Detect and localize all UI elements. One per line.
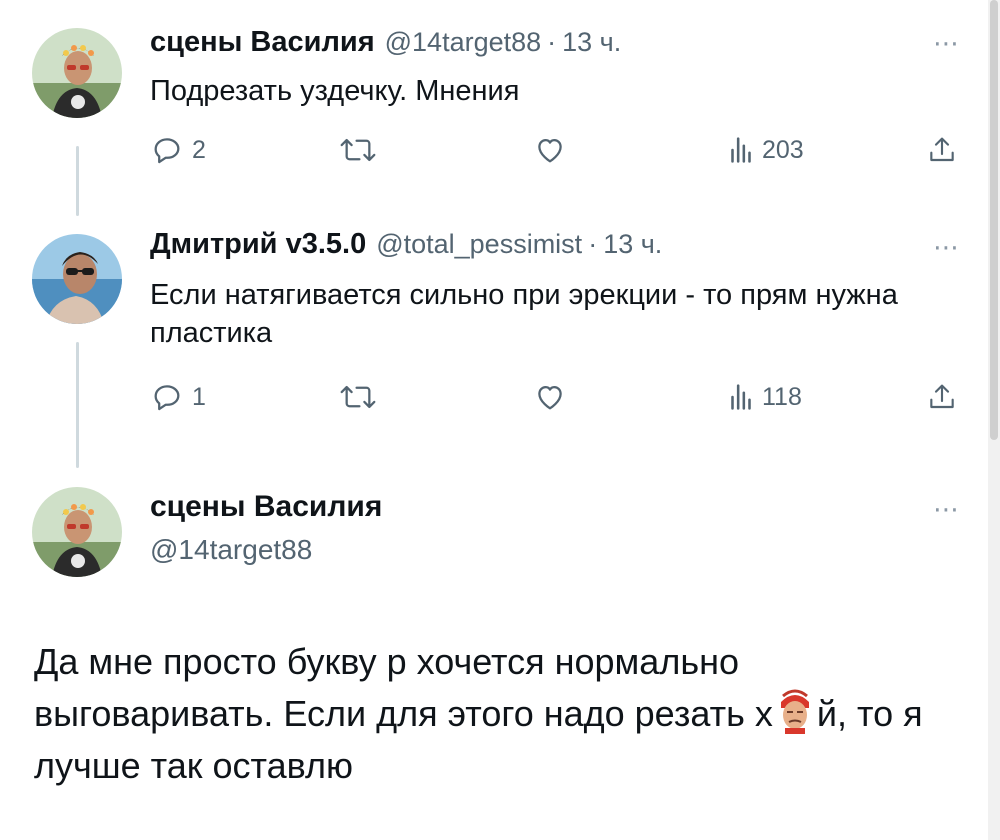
tweet-text: Если натягивается сильно при эрекции - т…	[150, 279, 898, 349]
thread-line	[76, 146, 79, 216]
timestamp[interactable]: 13 ч.	[603, 229, 662, 260]
reply-button[interactable]: 2	[150, 133, 206, 167]
author-handle[interactable]: @14target88	[385, 27, 542, 58]
share-icon	[930, 137, 954, 162]
views-button[interactable]: 118	[728, 380, 802, 414]
scrollbar[interactable]	[988, 0, 1000, 840]
timestamp[interactable]: 13 ч.	[562, 27, 621, 58]
tweet-text: Подрезать уздечку. Мнения	[150, 75, 520, 107]
avatar-dmitriy[interactable]	[32, 234, 122, 324]
author-name[interactable]: сцены Василия	[150, 26, 375, 59]
retweet-icon	[340, 385, 376, 409]
main-tweet-text-part1: Да мне просто букву р хочется нормально …	[34, 641, 773, 734]
like-button[interactable]	[532, 133, 568, 167]
reply-count: 2	[192, 135, 206, 164]
heart-icon	[538, 138, 562, 163]
views-count: 118	[762, 382, 802, 411]
avatar-vasiliy[interactable]	[32, 28, 122, 118]
thread-line	[76, 342, 79, 468]
share-icon	[930, 384, 954, 409]
author-handle[interactable]: @total_pessimist	[376, 229, 582, 260]
share-button[interactable]	[926, 380, 958, 414]
retweet-button[interactable]	[338, 380, 378, 414]
tweet-actions: 1 118	[150, 380, 960, 420]
reply-icon	[154, 138, 180, 164]
reply-count: 1	[192, 382, 206, 411]
retweet-button[interactable]	[338, 133, 378, 167]
tweet-actions: 2 203	[150, 133, 960, 173]
more-options-icon[interactable]: ⋯	[933, 28, 960, 59]
avatar-vasiliy[interactable]	[32, 487, 122, 577]
reply-button[interactable]: 1	[150, 380, 206, 414]
author-handle[interactable]: @14target88	[150, 534, 312, 566]
views-count: 203	[762, 135, 804, 164]
tweet-header: Дмитрий v3.5.0 @total_pessimist · 13 ч.	[150, 228, 662, 264]
retweet-icon	[340, 138, 376, 162]
views-icon	[731, 384, 751, 410]
censor-emoji-icon	[775, 688, 815, 734]
main-tweet-text: Да мне просто букву р хочется нормально …	[34, 636, 954, 792]
separator-dot: ·	[547, 27, 557, 57]
like-button[interactable]	[532, 380, 568, 414]
share-button[interactable]	[926, 133, 958, 167]
reply-icon	[154, 385, 180, 411]
more-options-icon[interactable]: ⋯	[933, 494, 960, 525]
views-icon	[731, 137, 751, 163]
separator-dot: ·	[588, 229, 598, 259]
views-button[interactable]: 203	[728, 133, 804, 167]
author-name[interactable]: сцены Василия	[150, 490, 382, 524]
more-options-icon[interactable]: ⋯	[933, 232, 960, 263]
scrollbar-thumb[interactable]	[990, 0, 998, 440]
heart-icon	[538, 385, 562, 410]
author-name[interactable]: Дмитрий v3.5.0	[150, 228, 366, 261]
tweet-header: сцены Василия @14target88 · 13 ч.	[150, 26, 621, 62]
